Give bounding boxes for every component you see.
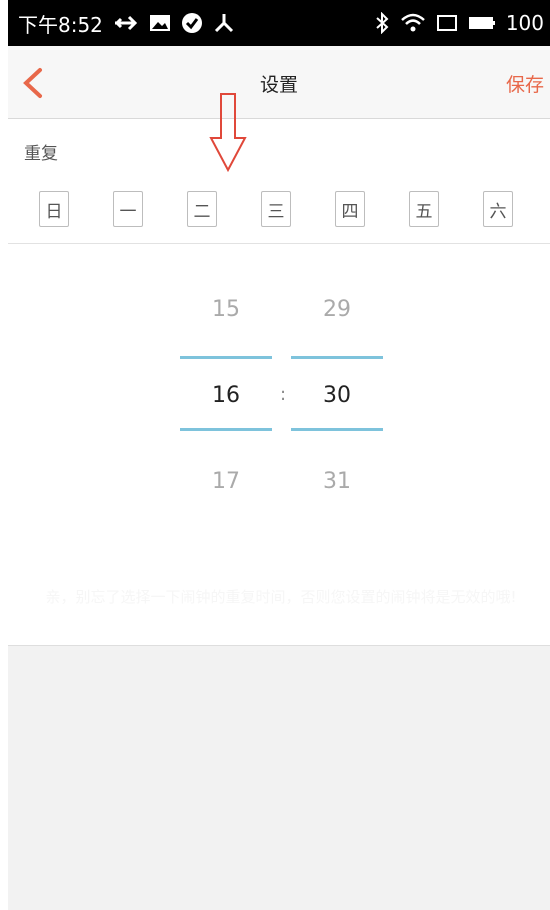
bluetooth-icon bbox=[374, 11, 390, 35]
wifi-icon bbox=[400, 11, 426, 35]
day-thursday[interactable]: 四 bbox=[335, 191, 365, 227]
hint-text: 亲，别忘了选择一下闹钟的重复时间，否则您设置的闹钟将是无效的哦! bbox=[45, 588, 517, 606]
day-sunday[interactable]: 日 bbox=[39, 191, 69, 227]
page-title: 设置 bbox=[259, 74, 298, 96]
day-saturday[interactable]: 六 bbox=[483, 191, 513, 227]
hour-bottom-line bbox=[180, 428, 272, 431]
day-friday[interactable]: 五 bbox=[409, 191, 439, 227]
repeat-days: 日 一 二 三 四 五 六 bbox=[8, 191, 550, 231]
hour-selected[interactable]: 16 bbox=[180, 383, 272, 408]
status-bar: 下午8:52 100 bbox=[8, 0, 550, 46]
minute-next[interactable]: 31 bbox=[291, 469, 383, 494]
down-arrow-icon bbox=[209, 93, 247, 172]
battery-level: 100 bbox=[505, 11, 544, 35]
app-screen: 下午8:52 100 设置 保存 重复 日 一 二 三 四 五 六 15 16 … bbox=[8, 0, 550, 910]
image-icon bbox=[149, 11, 171, 35]
clock-time: 下午8:52 bbox=[18, 12, 103, 37]
save-button[interactable]: 保存 bbox=[506, 70, 544, 97]
hour-prev[interactable]: 15 bbox=[180, 297, 272, 322]
status-bar-right: 100 bbox=[374, 11, 544, 35]
screen-icon bbox=[436, 11, 458, 35]
usb-icon bbox=[113, 11, 139, 35]
day-monday[interactable]: 一 bbox=[113, 191, 143, 227]
top-bar: 设置 保存 bbox=[8, 46, 550, 119]
minute-selected[interactable]: 30 bbox=[291, 383, 383, 408]
share-icon bbox=[213, 11, 235, 35]
day-tuesday[interactable]: 二 bbox=[187, 191, 217, 227]
minute-bottom-line bbox=[291, 428, 383, 431]
battery-icon bbox=[468, 11, 496, 35]
hour-top-line bbox=[180, 356, 272, 359]
minute-top-line bbox=[291, 356, 383, 359]
minute-prev[interactable]: 29 bbox=[291, 297, 383, 322]
day-wednesday[interactable]: 三 bbox=[261, 191, 291, 227]
settings-card: 重复 日 一 二 三 四 五 六 15 16 17 : 29 30 31 亲，别… bbox=[8, 93, 550, 646]
repeat-label: 重复 bbox=[24, 144, 58, 164]
divider bbox=[8, 243, 550, 244]
time-separator: : bbox=[280, 384, 287, 405]
status-bar-left: 下午8:52 bbox=[18, 9, 235, 38]
check-circle-icon bbox=[181, 11, 203, 35]
hour-next[interactable]: 17 bbox=[180, 469, 272, 494]
